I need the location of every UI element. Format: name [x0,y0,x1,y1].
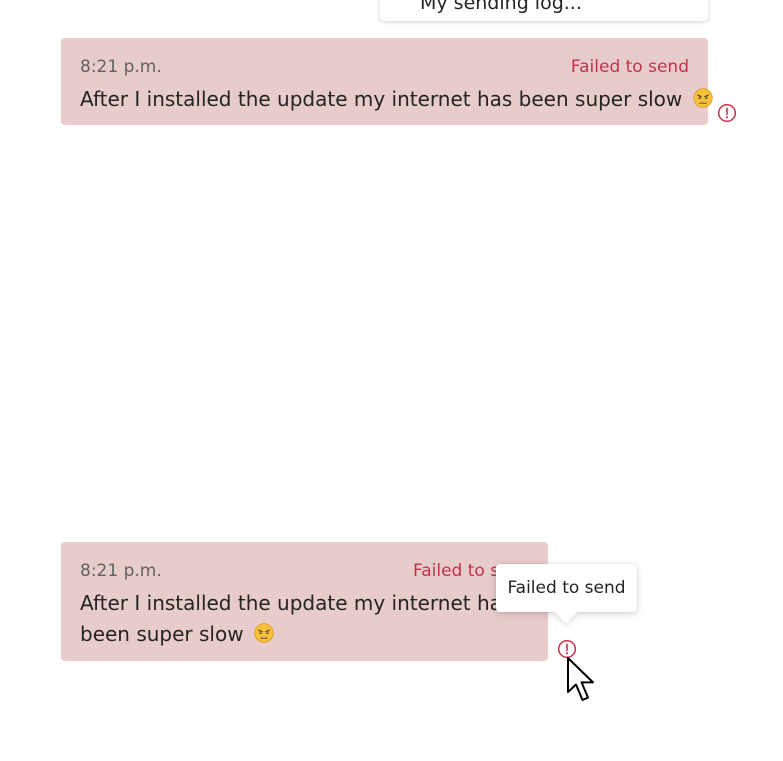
message-bubble-failed[interactable]: 8:21 p.m. Failed to s After I installed … [61,542,548,661]
weary-face-emoji [254,623,274,643]
tooltip-text: Failed to send [496,578,637,598]
message-timestamp: 8:21 p.m. [80,561,162,581]
message-text-container: After I installed the update my internet… [80,588,520,650]
tooltip-arrow [554,600,578,624]
message-text: After I installed the update my internet… [80,87,683,111]
weary-face-emoji [692,88,713,108]
previous-message-card: My sending log... [380,0,708,21]
failed-status-label: Failed to s [413,561,500,581]
mouse-pointer-icon [567,657,594,701]
failed-to-send-tooltip: Failed to send [496,564,637,624]
error-circle-icon[interactable] [717,103,737,123]
message-bubble-failed[interactable]: 8:21 p.m. Failed to send After I install… [61,38,713,125]
message-text-container: After I installed the update my internet… [80,84,713,115]
message-timestamp: 8:21 p.m. [80,57,162,77]
message-text: After I installed the update my internet… [80,591,513,646]
previous-message-text: My sending log... [420,0,582,14]
failed-status-label: Failed to send [570,57,689,77]
